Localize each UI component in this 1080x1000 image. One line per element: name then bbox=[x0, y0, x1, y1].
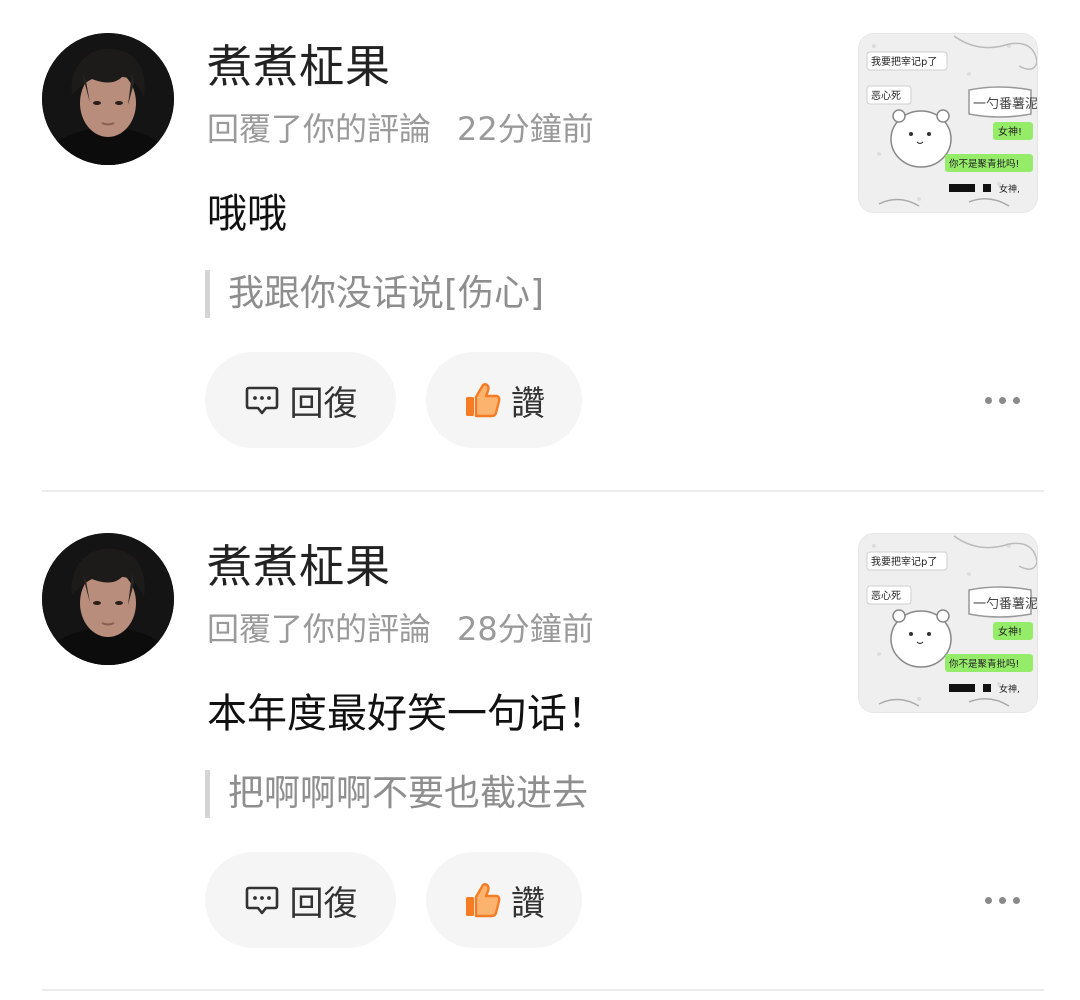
like-label: 讚 bbox=[511, 383, 545, 424]
svg-text:女神!: 女神! bbox=[998, 125, 1022, 138]
action-text: 回覆了你的評論 bbox=[207, 110, 432, 148]
svg-text:女神,: 女神, bbox=[999, 183, 1020, 195]
quoted-comment[interactable]: 把啊啊啊不要也截进去 bbox=[205, 770, 588, 818]
svg-text:一勺番薯泥: 一勺番薯泥 bbox=[973, 97, 1038, 112]
post-thumbnail[interactable]: 一勺番薯泥 我要把宰记p了 恶心死 女神! 你不是聚青批吗! 女神, bbox=[858, 533, 1038, 713]
more-dots-icon bbox=[984, 396, 992, 404]
reply-content[interactable]: 本年度最好笑一句话！ bbox=[207, 688, 607, 740]
username[interactable]: 煮煮柾果 bbox=[207, 40, 391, 94]
notification-meta: 回覆了你的評論 28分鐘前 bbox=[207, 608, 594, 650]
avatar-image bbox=[42, 33, 174, 165]
thumbs-up-icon bbox=[463, 380, 503, 420]
like-button[interactable]: 讚 bbox=[426, 352, 582, 448]
svg-text:恶心死: 恶心死 bbox=[871, 90, 901, 102]
svg-text:女神,: 女神, bbox=[999, 683, 1020, 695]
comment-bubble-icon bbox=[244, 382, 280, 418]
divider bbox=[42, 490, 1044, 492]
svg-text:我要把宰记p了: 我要把宰记p了 bbox=[871, 555, 937, 568]
thumbnail-image: 一勺番薯泥 我要把宰记p了 恶心死 女神! 你不是聚青批吗! 女神, bbox=[859, 34, 1038, 212]
action-text: 回覆了你的評論 bbox=[207, 610, 432, 648]
comment-bubble-icon bbox=[244, 882, 280, 918]
reply-label: 回復 bbox=[289, 383, 358, 424]
quoted-comment[interactable]: 我跟你没话说[伤心] bbox=[205, 270, 544, 318]
like-label: 讚 bbox=[511, 883, 545, 924]
svg-text:女神!: 女神! bbox=[998, 625, 1022, 638]
reply-button[interactable]: 回復 bbox=[205, 852, 396, 948]
username[interactable]: 煮煮柾果 bbox=[207, 540, 391, 594]
avatar[interactable] bbox=[42, 33, 174, 165]
svg-text:恶心死: 恶心死 bbox=[871, 590, 901, 602]
avatar[interactable] bbox=[42, 533, 174, 665]
svg-text:一勺番薯泥: 一勺番薯泥 bbox=[973, 597, 1038, 612]
timestamp: 22分鐘前 bbox=[457, 110, 594, 148]
reply-label: 回復 bbox=[289, 883, 358, 924]
more-options-button[interactable] bbox=[972, 380, 1032, 420]
more-dots-icon bbox=[984, 896, 992, 904]
notification-item[interactable]: 煮煮柾果 回覆了你的評論 22分鐘前 哦哦 我跟你没话说[伤心] 回復 讚 一勺… bbox=[0, 0, 1080, 500]
svg-text:我要把宰记p了: 我要把宰记p了 bbox=[871, 55, 937, 68]
like-button[interactable]: 讚 bbox=[426, 852, 582, 948]
reply-content[interactable]: 哦哦 bbox=[207, 188, 287, 240]
svg-text:你不是聚青批吗!: 你不是聚青批吗! bbox=[949, 158, 1019, 170]
thumbs-up-icon bbox=[463, 880, 503, 920]
more-options-button[interactable] bbox=[972, 880, 1032, 920]
svg-text:你不是聚青批吗!: 你不是聚青批吗! bbox=[949, 658, 1019, 670]
avatar-image bbox=[42, 533, 174, 665]
timestamp: 28分鐘前 bbox=[457, 610, 594, 648]
thumbnail-image: 一勺番薯泥 我要把宰记p了 恶心死 女神! 你不是聚青批吗! 女神, bbox=[859, 534, 1038, 712]
reply-button[interactable]: 回復 bbox=[205, 352, 396, 448]
notification-item[interactable]: 煮煮柾果 回覆了你的評論 28分鐘前 本年度最好笑一句话！ 把啊啊啊不要也截进去 … bbox=[0, 500, 1080, 1000]
post-thumbnail[interactable]: 一勺番薯泥 我要把宰记p了 恶心死 女神! 你不是聚青批吗! 女神, bbox=[858, 33, 1038, 213]
notification-meta: 回覆了你的評論 22分鐘前 bbox=[207, 108, 594, 150]
